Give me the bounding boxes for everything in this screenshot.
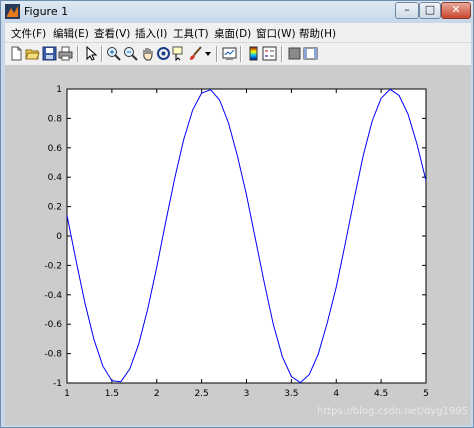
minimize-button[interactable]: –: [395, 2, 419, 19]
toolbar-separator: [77, 46, 79, 62]
title-bar[interactable]: Figure 1 – □ ✕: [1, 1, 473, 23]
rotate-icon[interactable]: [156, 46, 171, 61]
menu-bar: 文件(F) 编辑(E) 查看(V) 插入(I) 工具(T) 桌面(D) 窗口(W…: [5, 23, 471, 42]
y-tick-label: 0.4: [48, 173, 63, 183]
x-tick-label: 2.5: [194, 389, 208, 399]
maximize-button[interactable]: □: [419, 2, 441, 19]
menu-tools[interactable]: 工具(T): [173, 26, 209, 41]
close-button[interactable]: ✕: [441, 2, 471, 19]
x-tick-label: 1: [64, 389, 70, 399]
watermark: https://blog.csdn.net/dyg1995: [317, 406, 469, 417]
x-tick-label: 1.5: [105, 389, 119, 399]
x-tick-label: 4.5: [374, 389, 388, 399]
pan-icon[interactable]: [140, 46, 155, 61]
y-tick-label: 0.2: [48, 203, 62, 213]
menu-view[interactable]: 查看(V): [94, 26, 130, 41]
figure-canvas: 1 1.5 2 2.5 3 3.5 4 4.5 5 1 0.8 0.6 0.4 0.2 0 -0.2 -0.4 -…: [5, 65, 471, 425]
y-tick-label: 0: [56, 232, 62, 242]
figure-window: Figure 1 – □ ✕ 文件(F) 编辑(E) 查看(V) 插入(I) 工…: [0, 0, 474, 428]
brush-dropdown-icon[interactable]: [204, 46, 212, 61]
toolbar-separator: [101, 46, 103, 62]
zoom-in-icon[interactable]: [106, 46, 121, 61]
y-tick-label: -1: [53, 379, 62, 389]
data-cursor-icon[interactable]: [172, 46, 187, 61]
y-tick-label: 1: [56, 85, 62, 95]
x-tick-label: 3: [244, 389, 250, 399]
menu-help[interactable]: 帮助(H): [299, 26, 336, 41]
save-icon[interactable]: [42, 46, 57, 61]
pointer-icon[interactable]: [83, 46, 98, 61]
new-file-icon[interactable]: [9, 46, 24, 61]
toolbar-separator: [216, 46, 218, 62]
print-icon[interactable]: [58, 46, 73, 61]
menu-edit[interactable]: 编辑(E): [53, 26, 89, 41]
menu-window[interactable]: 窗口(W): [256, 26, 296, 41]
link-plot-icon[interactable]: [222, 46, 237, 61]
toolbar-separator: [240, 46, 242, 62]
show-plot-tools-icon[interactable]: [303, 46, 318, 61]
maximize-icon: □: [424, 3, 436, 16]
legend-icon[interactable]: [262, 46, 277, 61]
y-tick-label: 0.6: [48, 144, 63, 154]
open-folder-icon[interactable]: [25, 46, 40, 61]
tool-bar: [5, 42, 471, 65]
y-tick-label: -0.6: [44, 320, 62, 330]
x-tick-label: 5: [423, 389, 429, 399]
toolbar-separator: [281, 46, 283, 62]
brush-icon[interactable]: [188, 46, 203, 61]
plot-area[interactable]: 1 1.5 2 2.5 3 3.5 4 4.5 5 1 0.8 0.6 0.4 0.2 0 -0.2 -0.4 -…: [5, 65, 471, 425]
y-tick-label: 0.8: [48, 114, 63, 124]
x-tick-label: 4: [333, 389, 339, 399]
y-tick-label: -0.8: [44, 350, 62, 360]
zoom-out-icon[interactable]: [123, 46, 138, 61]
close-icon: ✕: [451, 3, 461, 16]
y-tick-label: -0.2: [44, 261, 62, 271]
hide-plot-tools-icon[interactable]: [287, 46, 302, 61]
menu-desktop[interactable]: 桌面(D): [214, 26, 251, 41]
y-tick-label: -0.4: [44, 291, 62, 301]
window-title: Figure 1: [24, 5, 69, 18]
x-tick-label: 2: [154, 389, 160, 399]
colorbar-icon[interactable]: [246, 46, 261, 61]
axes-box: [66, 88, 427, 384]
menu-file[interactable]: 文件(F): [11, 26, 46, 41]
matlab-logo-icon: [5, 4, 20, 19]
menu-insert[interactable]: 插入(I): [135, 26, 167, 41]
minimize-icon: –: [404, 3, 410, 16]
x-tick-label: 3.5: [284, 389, 298, 399]
